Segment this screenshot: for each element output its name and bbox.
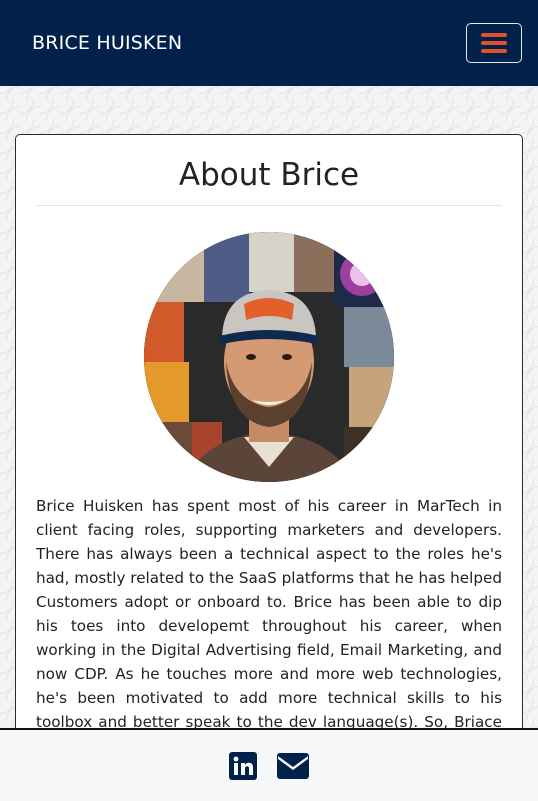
profile-photo-illustration bbox=[144, 232, 394, 482]
hamburger-menu-button[interactable] bbox=[466, 23, 522, 63]
hamburger-menu-icon-bar bbox=[481, 41, 507, 45]
page-title: About Brice bbox=[36, 157, 502, 206]
hamburger-menu-icon bbox=[481, 33, 507, 37]
footer bbox=[0, 728, 538, 801]
bio-text: Brice Huisken has spent most of his care… bbox=[36, 497, 502, 755]
profile-photo bbox=[144, 232, 394, 482]
linkedin-icon bbox=[229, 751, 257, 780]
hamburger-menu-icon-bar bbox=[481, 49, 507, 53]
email-link[interactable] bbox=[277, 752, 309, 779]
about-card: About Brice Brice Huisken has spent most… bbox=[15, 134, 523, 774]
navbar: BRICE HUISKEN bbox=[0, 0, 538, 86]
brand-link[interactable]: BRICE HUISKEN bbox=[32, 32, 182, 54]
envelope-icon bbox=[277, 752, 309, 779]
linkedin-link[interactable] bbox=[229, 751, 257, 780]
